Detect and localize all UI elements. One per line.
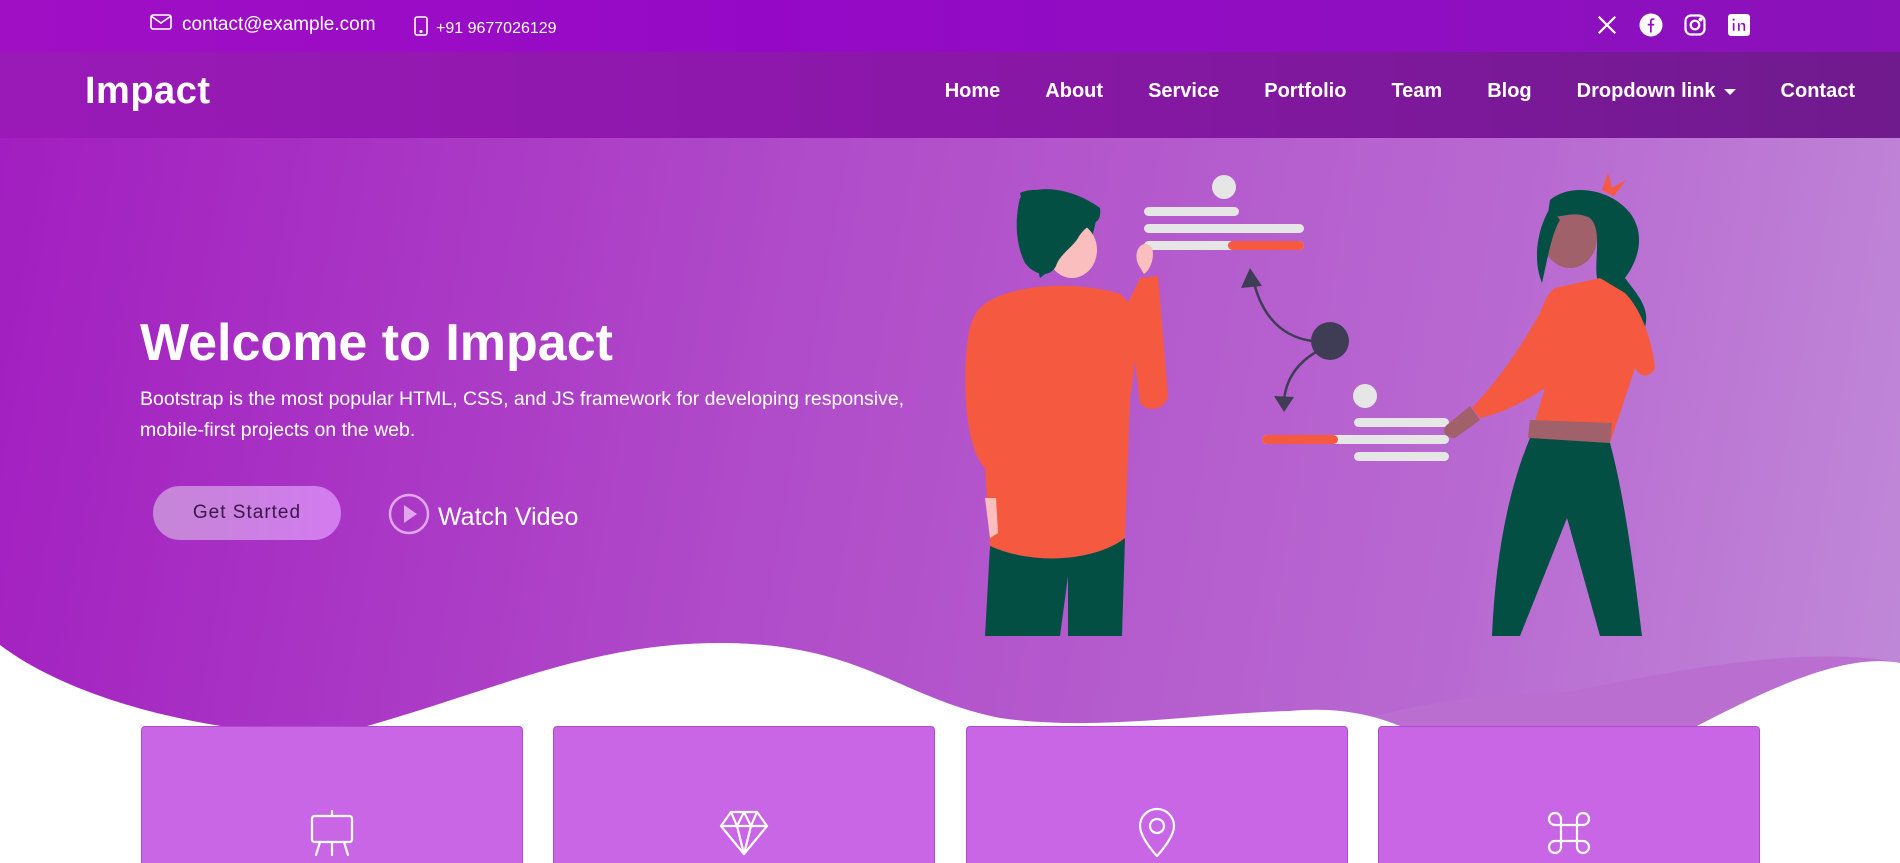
nav-contact[interactable]: Contact <box>1781 80 1855 103</box>
linkedin-icon[interactable] <box>1726 12 1752 38</box>
nav-portfolio[interactable]: Portfolio <box>1264 80 1346 103</box>
gem-icon <box>716 805 772 861</box>
command-icon <box>1541 805 1597 861</box>
feature-card[interactable] <box>1378 726 1760 863</box>
nav-service[interactable]: Service <box>1148 80 1219 103</box>
x-twitter-icon[interactable] <box>1594 12 1620 38</box>
geo-pin-icon <box>1129 805 1185 861</box>
instagram-icon[interactable] <box>1682 12 1708 38</box>
main-nav: Home About Service Portfolio Team Blog D… <box>945 80 1855 103</box>
watch-video-label: Watch Video <box>438 503 579 531</box>
email-text: contact@example.com <box>182 14 376 35</box>
phone-text: +91 9677026129 <box>436 19 557 37</box>
feature-card[interactable] <box>553 726 935 863</box>
easel-icon <box>304 805 360 861</box>
phone-icon <box>414 16 428 41</box>
nav-about[interactable]: About <box>1045 80 1103 103</box>
chevron-down-icon <box>1723 88 1736 95</box>
play-circle-icon <box>388 493 430 542</box>
nav-dropdown[interactable]: Dropdown link <box>1577 80 1736 103</box>
feature-card[interactable] <box>141 726 523 863</box>
site-header: Impact Home About Service Portfolio Team… <box>0 52 1900 138</box>
contact-email[interactable]: contact@example.com <box>150 14 376 36</box>
nav-team[interactable]: Team <box>1391 80 1442 103</box>
get-started-button[interactable]: Get Started <box>153 486 341 540</box>
topbar: contact@example.com +91 9677026129 <box>0 0 1900 52</box>
nav-home[interactable]: Home <box>945 80 1001 103</box>
logo[interactable]: Impact <box>85 70 210 113</box>
nav-blog[interactable]: Blog <box>1487 80 1531 103</box>
hero-subtitle: Bootstrap is the most popular HTML, CSS,… <box>140 388 905 441</box>
facebook-icon[interactable] <box>1638 12 1664 38</box>
feature-card[interactable] <box>966 726 1348 863</box>
hero-title: Welcome to Impact <box>140 314 613 372</box>
envelope-icon <box>150 14 172 36</box>
watch-video-button[interactable]: Watch Video <box>388 493 578 542</box>
social-links <box>1594 12 1752 38</box>
contact-phone[interactable]: +91 9677026129 <box>414 16 557 41</box>
